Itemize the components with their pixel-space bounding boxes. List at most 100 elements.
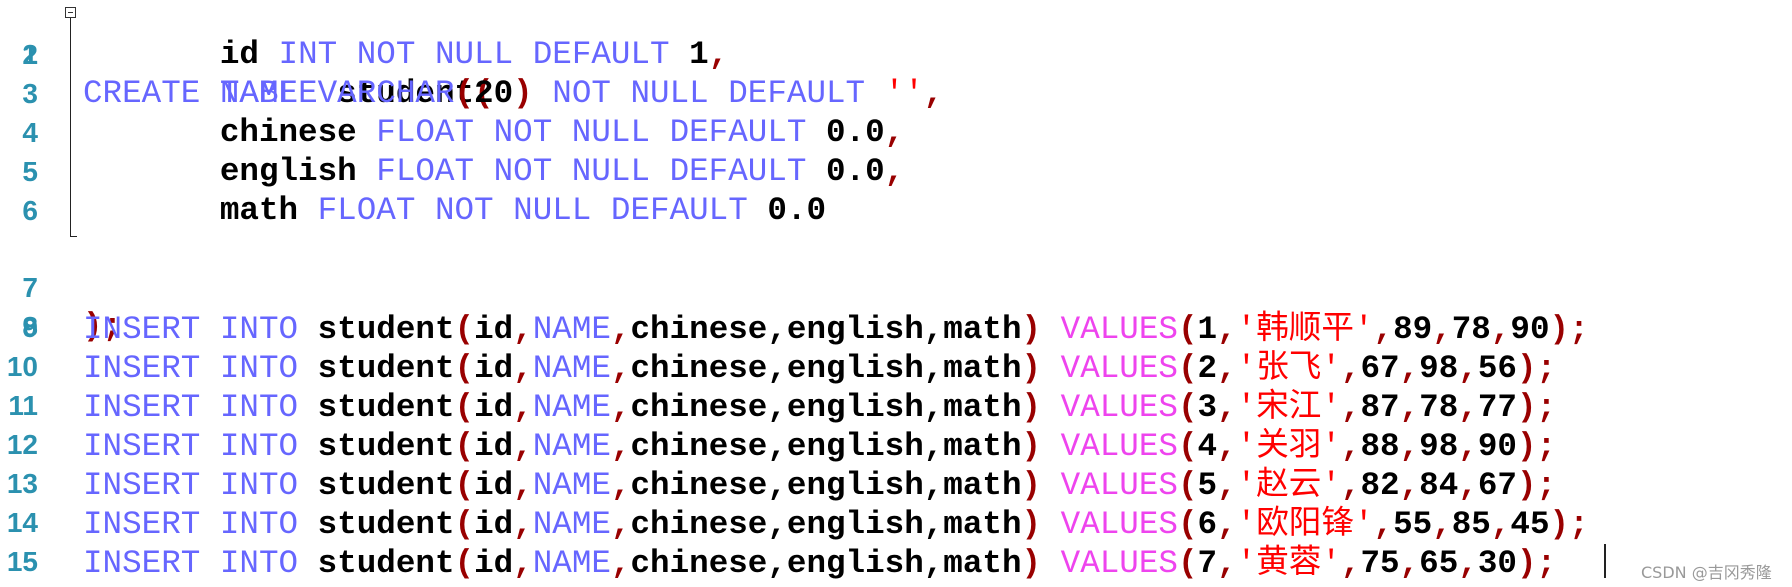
col-id: id — [474, 428, 514, 465]
value-name: 宋江 — [1256, 386, 1322, 424]
col-name: NAME — [532, 506, 611, 543]
col-id: id — [474, 389, 514, 426]
value-id: 6 — [1197, 506, 1218, 543]
code-line-insert[interactable]: 14 INSERT INTO student(id,NAME,chinese,en… — [0, 503, 1792, 543]
default-keyword: DEFAULT — [728, 75, 866, 112]
not-null-keyword: NOT NULL — [356, 36, 514, 73]
keyword-into: INTO — [219, 389, 299, 426]
col-name: NAME — [532, 467, 611, 504]
default-keyword: DEFAULT — [532, 36, 670, 73]
default-keyword: DEFAULT — [610, 192, 748, 229]
keyword-insert: INSERT — [83, 506, 201, 543]
value-chinese: 89 — [1393, 311, 1433, 348]
value-chinese: 75 — [1360, 545, 1400, 582]
type-arg-open: ( — [454, 75, 475, 112]
code-line[interactable]: 4 chinese FLOAT NOT NULL DEFAULT 0.0, — [0, 113, 1792, 152]
code-line[interactable]: 3 NAME VARCHAR(20) NOT NULL DEFAULT '', — [0, 74, 1792, 113]
keyword-values: VALUES — [1060, 350, 1178, 387]
code-line[interactable]: 1 CREATE TABLE student( — [0, 0, 1792, 112]
col-name: NAME — [532, 428, 611, 465]
col-name: NAME — [532, 389, 611, 426]
value-math: 45 — [1510, 506, 1550, 543]
keyword-insert: INSERT — [83, 545, 201, 582]
value-name: 欧阳锋 — [1256, 503, 1354, 541]
keyword-into: INTO — [219, 350, 299, 387]
col-id: id — [474, 350, 514, 387]
value-name: 关羽 — [1256, 425, 1322, 463]
code-line-insert[interactable]: 12 INSERT INTO student(id,NAME,chinese,en… — [0, 425, 1792, 465]
column-name: NAME — [219, 75, 299, 112]
col-rest: chinese,english,math — [630, 428, 1022, 465]
keyword-insert: INSERT — [83, 311, 201, 348]
value-id: 4 — [1197, 428, 1218, 465]
col-rest: chinese,english,math — [630, 506, 1022, 543]
default-value: 0.0 — [826, 153, 885, 190]
keyword-values: VALUES — [1060, 311, 1178, 348]
table-name: student — [317, 350, 455, 387]
not-null-keyword: NOT NULL — [493, 153, 651, 190]
table-name: student — [317, 311, 455, 348]
keyword-insert: INSERT — [83, 350, 201, 387]
default-value: '' — [884, 75, 924, 112]
value-name: 韩顺平 — [1256, 308, 1354, 346]
column-type: INT — [278, 36, 338, 73]
code-line-insert[interactable]: 15 INSERT INTO student(id,NAME,chinese,en… — [0, 542, 1792, 582]
keyword-into: INTO — [219, 545, 299, 582]
code-line-insert[interactable]: 11 INSERT INTO student(id,NAME,chinese,en… — [0, 386, 1792, 426]
not-null-keyword: NOT NULL — [493, 114, 651, 151]
code-line-insert[interactable]: 13 INSERT INTO student(id,NAME,chinese,en… — [0, 464, 1792, 504]
code-line[interactable]: 2 id INT NOT NULL DEFAULT 1, — [0, 35, 1792, 74]
line-number: 3 — [22, 78, 38, 109]
code-line-insert[interactable]: 9 INSERT INTO student(id,NAME,chinese,eng… — [0, 308, 1792, 348]
keyword-insert: INSERT — [83, 389, 201, 426]
value-id: 2 — [1197, 350, 1218, 387]
watermark: CSDN @吉冈秀隆 — [1641, 563, 1772, 582]
value-math: 67 — [1477, 467, 1517, 504]
value-id: 5 — [1197, 467, 1218, 504]
default-value: 1 — [689, 36, 709, 73]
col-id: id — [474, 506, 514, 543]
col-rest: chinese,english,math — [630, 389, 1022, 426]
col-name: NAME — [532, 350, 611, 387]
value-english: 78 — [1451, 311, 1491, 348]
default-value: 0.0 — [767, 192, 826, 229]
value-chinese: 87 — [1360, 389, 1400, 426]
code-editor[interactable]: 1 CREATE TABLE student( 2 id INT NOT NUL… — [0, 0, 1792, 587]
line-number: 15 — [6, 546, 38, 577]
table-name: student — [317, 428, 455, 465]
line-number: 13 — [6, 468, 38, 499]
code-line[interactable]: 6 math FLOAT NOT NULL DEFAULT 0.0 — [0, 191, 1792, 230]
line-number: 5 — [22, 156, 38, 187]
separator: , — [923, 75, 944, 112]
column-type: FLOAT — [317, 192, 416, 229]
code-line[interactable]: 5 english FLOAT NOT NULL DEFAULT 0.0, — [0, 152, 1792, 191]
not-null-keyword: NOT NULL — [434, 192, 592, 229]
col-id: id — [474, 311, 514, 348]
keyword-insert: INSERT — [83, 428, 201, 465]
type-arg-close: ) — [513, 75, 533, 112]
line-number: 6 — [22, 195, 38, 226]
code-line[interactable]: 8 — [0, 268, 1792, 342]
text-cursor — [1604, 544, 1606, 578]
default-value: 0.0 — [826, 114, 885, 151]
separator: , — [884, 114, 905, 151]
column-type: VARCHAR — [317, 75, 455, 112]
keyword-values: VALUES — [1060, 389, 1178, 426]
table-name: student — [317, 389, 455, 426]
not-null-keyword: NOT NULL — [552, 75, 709, 112]
code-line[interactable]: 7 ); — [0, 229, 1792, 345]
value-math: 90 — [1510, 311, 1550, 348]
line-number: 9 — [22, 312, 38, 343]
column-name: english — [219, 153, 357, 190]
column-name: id — [219, 36, 259, 73]
code-line-insert[interactable]: 10 INSERT INTO student(id,NAME,chinese,en… — [0, 347, 1792, 387]
col-name: NAME — [532, 311, 611, 348]
default-keyword: DEFAULT — [669, 114, 807, 151]
keyword-values: VALUES — [1060, 506, 1178, 543]
value-chinese: 88 — [1360, 428, 1400, 465]
table-name: student — [317, 506, 455, 543]
col-id: id — [474, 545, 514, 582]
col-rest: chinese,english,math — [630, 350, 1022, 387]
keyword-values: VALUES — [1060, 428, 1178, 465]
value-english: 84 — [1419, 467, 1459, 504]
